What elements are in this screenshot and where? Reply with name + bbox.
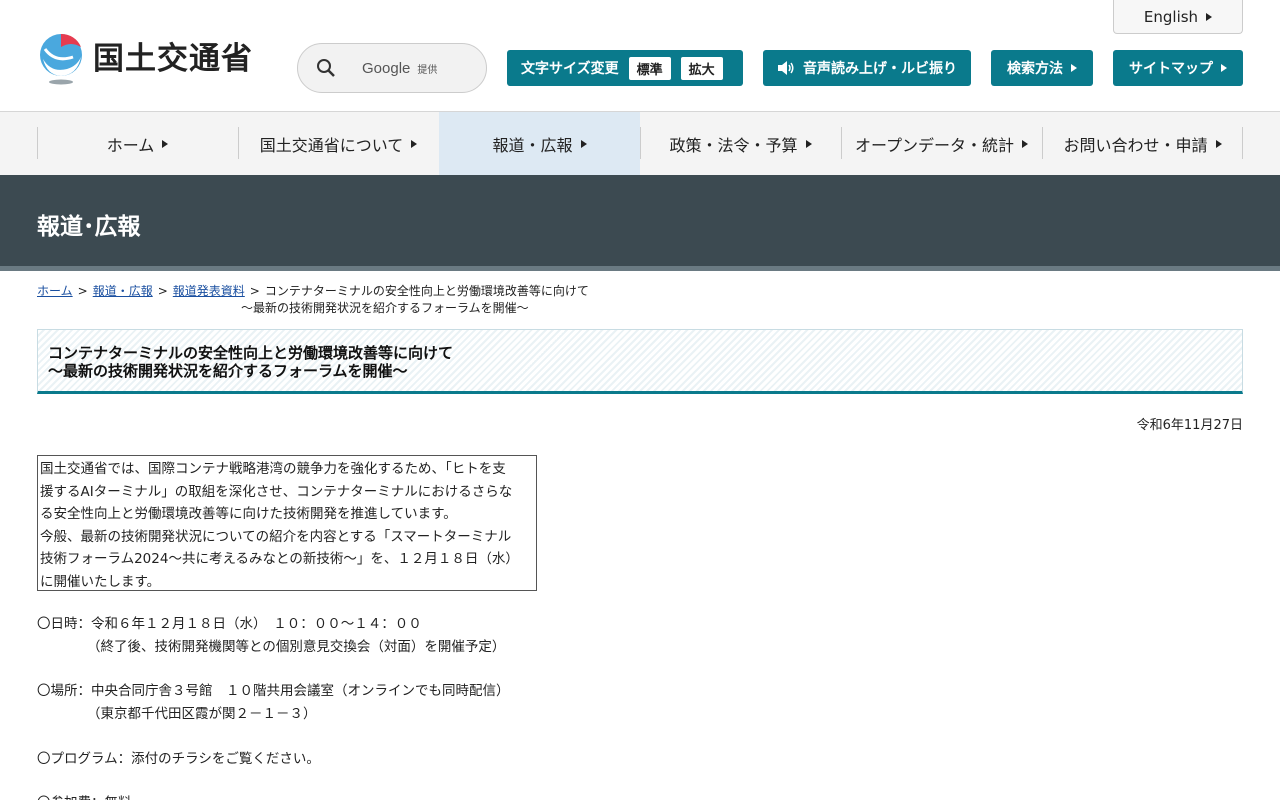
arrow-right-icon [1071, 64, 1077, 72]
search-provider: Google [362, 59, 411, 77]
arrow-right-icon [580, 139, 587, 148]
arrow-right-icon [1215, 139, 1222, 148]
arrow-right-icon [1221, 64, 1227, 72]
font-size-standard-button[interactable]: 標準 [628, 56, 671, 80]
audio-ruby-button[interactable]: 音声読み上げ・ルビ振り [763, 50, 971, 86]
search-method-button[interactable]: 検索方法 [991, 50, 1093, 86]
article-title: コンテナターミナルの安全性向上と労働環境改善等に向けて ～最新の技術開発状況を紹… [48, 344, 454, 380]
article-title-box: コンテナターミナルの安全性向上と労働環境改善等に向けて ～最新の技術開発状況を紹… [37, 329, 1243, 394]
global-nav: ホーム 国土交通省について 報道・広報 政策・法令・予算 オープンデータ・統計 … [0, 112, 1280, 175]
breadcrumb-current-line2: ～最新の技術開発状況を紹介するフォーラムを開催～ [241, 301, 529, 315]
breadcrumb-releases-link[interactable]: 報道発表資料 [173, 284, 245, 298]
nav-item-opendata[interactable]: オープンデータ・統計 [841, 112, 1042, 175]
nav-item-home[interactable]: ホーム [37, 112, 238, 175]
breadcrumb-press-link[interactable]: 報道・広報 [93, 284, 153, 298]
font-size-label: 文字サイズ変更 [521, 61, 619, 77]
section-title: 報道･広報 [37, 214, 141, 240]
english-link[interactable]: English [1113, 0, 1243, 34]
site-header: 国土交通省 Google 提供 English 文字サイズ変更 標準 拡大 音声… [0, 0, 1280, 112]
nav-item-contact[interactable]: お問い合わせ・申請 [1042, 112, 1243, 175]
nav-item-press[interactable]: 報道・広報 [439, 112, 640, 175]
sitemap-button[interactable]: サイトマップ [1113, 50, 1243, 86]
arrow-right-icon [411, 139, 418, 148]
arrow-right-icon [805, 139, 812, 148]
event-fee: 〇参加費：無料 [37, 792, 132, 800]
publish-date: 令和6年11月27日 [1136, 418, 1243, 433]
event-program: 〇プログラム：添付のチラシをご覧ください。 [37, 751, 320, 767]
site-search[interactable]: Google 提供 [297, 43, 487, 93]
event-datetime: 〇日時：令和６年１２月１８日（水） １０：００～１４：００ （終了後、技術開発機… [37, 616, 506, 655]
logo-text: 国土交通省 [93, 40, 253, 77]
breadcrumb: ホーム > 報道・広報 > 報道発表資料 > コンテナターミナルの安全性向上と労働環境改善等… [37, 283, 1243, 317]
audio-label: 音声読み上げ・ルビ振り [803, 61, 957, 77]
search-provider-suffix: 提供 [417, 64, 438, 76]
nav-item-policy[interactable]: 政策・法令・予算 [640, 112, 841, 175]
english-label: English [1143, 7, 1199, 26]
search-method-label: 検索方法 [1007, 61, 1063, 77]
font-size-large-button[interactable]: 拡大 [680, 56, 723, 80]
sitemap-label: サイトマップ [1129, 61, 1213, 77]
arrow-right-icon [162, 139, 169, 148]
breadcrumb-home-link[interactable]: ホーム [37, 284, 73, 298]
nav-item-about[interactable]: 国土交通省について [238, 112, 439, 175]
arrow-right-icon [1022, 139, 1029, 148]
section-banner: 報道･広報 [0, 175, 1280, 271]
intro-text-box: 国土交通省では、国際コンテナ戦略港湾の競争力を強化するため、「ヒトを支 援するA… [37, 455, 537, 591]
breadcrumb-current: コンテナターミナルの安全性向上と労働環境改善等に向けて [264, 284, 589, 298]
speaker-icon [778, 61, 794, 75]
site-logo[interactable]: 国土交通省 [37, 33, 253, 85]
font-size-control: 文字サイズ変更 標準 拡大 [507, 50, 743, 86]
search-icon[interactable] [316, 58, 336, 78]
mlit-logo-icon [40, 33, 82, 85]
event-place: 〇場所：中央合同庁舎３号館 １０階共用会議室（オンラインでも同時配信） （東京都… [37, 683, 510, 722]
arrow-right-icon [1206, 12, 1213, 21]
